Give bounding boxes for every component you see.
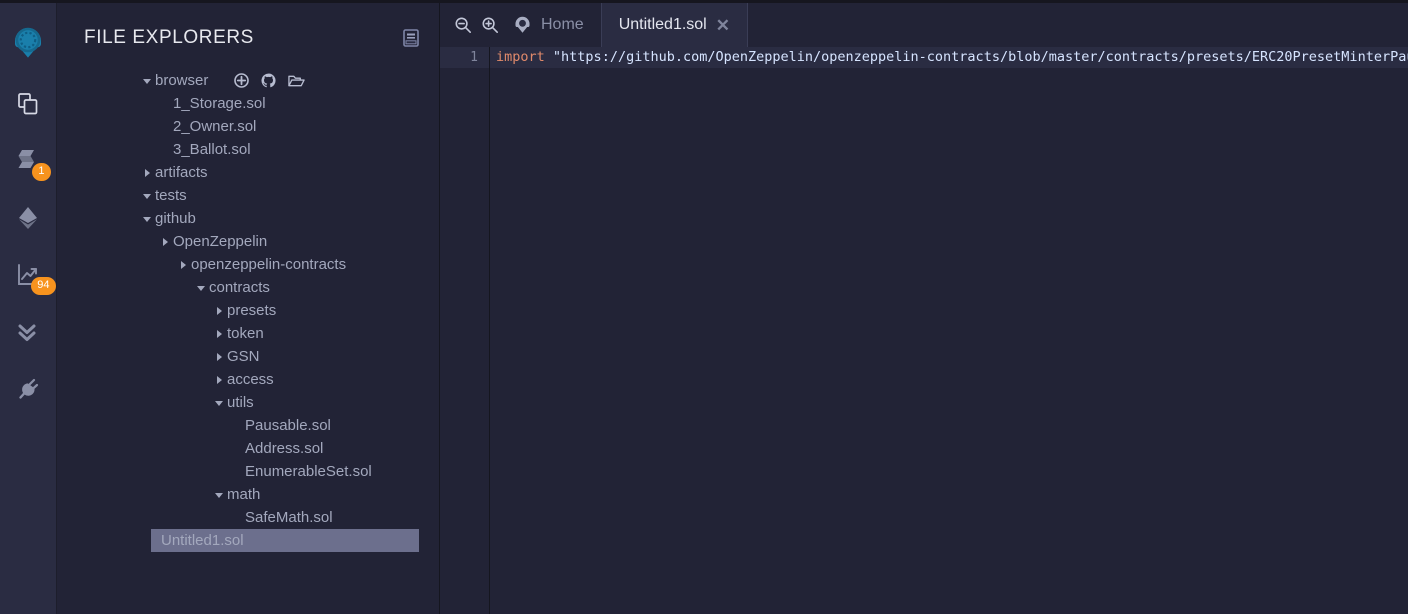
- tree-root-actions: [234, 73, 305, 88]
- tree-file-label: Untitled1.sol: [161, 532, 244, 549]
- tree-file-enumerableset-sol[interactable]: EnumerableSet.sol: [57, 460, 439, 483]
- open-folder-icon[interactable]: [288, 74, 305, 88]
- tree-file-safemath-sol[interactable]: SafeMath.sol: [57, 506, 439, 529]
- tree-folder-label: contracts: [209, 279, 270, 296]
- code-token-string: "https://github.com/OpenZeppelin/openzep…: [553, 47, 1408, 68]
- tab-home-label: Home: [541, 16, 584, 34]
- tree-root-label: browser: [155, 72, 208, 89]
- tree-file-label: 1_Storage.sol: [173, 95, 266, 112]
- tree-folder-label: utils: [227, 394, 254, 411]
- tree-folder-label: openzeppelin-contracts: [191, 256, 346, 273]
- tree-root-browser[interactable]: browser: [57, 69, 439, 92]
- tree-file-label: EnumerableSet.sol: [245, 463, 372, 480]
- tree-file-label: 3_Ballot.sol: [173, 141, 251, 158]
- tree-folder-label: artifacts: [155, 164, 208, 181]
- tab-untitled1-sol[interactable]: Untitled1.sol ✕: [601, 3, 748, 47]
- tree-folder-label: tests: [155, 187, 187, 204]
- chevron-down-icon[interactable]: [214, 398, 224, 408]
- icon-rail: 1 94: [0, 3, 57, 614]
- tree-folder-artifacts[interactable]: artifacts: [57, 161, 439, 184]
- code-token-keyword: import: [496, 47, 545, 68]
- code-area: 1 import "https://github.com/OpenZeppeli…: [440, 47, 1408, 614]
- tree-file-1-storage-sol[interactable]: 1_Storage.sol: [57, 92, 439, 115]
- tree-folder-label: OpenZeppelin: [173, 233, 267, 250]
- tree-folder-gsn[interactable]: GSN: [57, 345, 439, 368]
- remix-logo[interactable]: [0, 13, 57, 75]
- editor-panel: Home Untitled1.sol ✕ 1 import "https://g…: [440, 3, 1408, 614]
- line-number-gutter: 1: [440, 47, 490, 614]
- tree-folder-label: access: [227, 371, 274, 388]
- tree-file-pausable-sol[interactable]: Pausable.sol: [57, 414, 439, 437]
- new-file-icon[interactable]: [234, 73, 249, 88]
- solidity-compiler-badge: 1: [32, 163, 50, 181]
- chevron-right-icon[interactable]: [178, 260, 188, 270]
- sidebar-item-solidity-analyzers[interactable]: 94: [0, 246, 57, 303]
- zoom-in-icon[interactable]: [481, 16, 499, 34]
- file-explorer-panel: FILE EXPLORERS browser: [57, 3, 440, 614]
- code-content[interactable]: import "https://github.com/OpenZeppelin/…: [490, 47, 1408, 614]
- tree-folder-label: presets: [227, 302, 276, 319]
- chevron-right-icon[interactable]: [214, 352, 224, 362]
- remix-home-icon: [513, 16, 532, 35]
- page-title: FILE EXPLORERS: [84, 27, 254, 49]
- code-line[interactable]: import "https://github.com/OpenZeppelin/…: [490, 47, 1408, 68]
- tree-folder-github[interactable]: github: [57, 207, 439, 230]
- tree-file-label: Pausable.sol: [245, 417, 331, 434]
- tree-folder-label: github: [155, 210, 196, 227]
- code-token-space: [545, 47, 553, 68]
- chevron-right-icon[interactable]: [214, 375, 224, 385]
- tree-folder-label: GSN: [227, 348, 260, 365]
- tree-file-label: Address.sol: [245, 440, 323, 457]
- tree-folder-label: token: [227, 325, 264, 342]
- chevron-right-icon[interactable]: [214, 329, 224, 339]
- tree-folder-math[interactable]: math: [57, 483, 439, 506]
- tree-folder-label: math: [227, 486, 260, 503]
- tree-folder-token[interactable]: token: [57, 322, 439, 345]
- sidebar-item-plugin-manager[interactable]: [0, 360, 57, 417]
- sidebar-item-file-explorers[interactable]: [0, 75, 57, 132]
- sidebar-item-testing[interactable]: [0, 303, 57, 360]
- github-icon[interactable]: [261, 73, 276, 88]
- document-list-icon[interactable]: [403, 29, 419, 47]
- tree-folder-openzeppelin[interactable]: OpenZeppelin: [57, 230, 439, 253]
- tree-file-label: 2_Owner.sol: [173, 118, 256, 135]
- tree-folder-contracts[interactable]: contracts: [57, 276, 439, 299]
- tree-folder-utils[interactable]: utils: [57, 391, 439, 414]
- editor-tabbar: Home Untitled1.sol ✕: [440, 3, 1408, 47]
- tree-file-2-owner-sol[interactable]: 2_Owner.sol: [57, 115, 439, 138]
- file-explorer-header: FILE EXPLORERS: [57, 3, 439, 49]
- zoom-out-icon[interactable]: [454, 16, 472, 34]
- editor-zoom-controls: [440, 3, 509, 47]
- solidity-analyzers-badge: 94: [31, 277, 55, 295]
- tab-home[interactable]: Home: [509, 3, 601, 47]
- chevron-down-icon[interactable]: [196, 283, 206, 293]
- tree-file-address-sol[interactable]: Address.sol: [57, 437, 439, 460]
- tree-folder-access[interactable]: access: [57, 368, 439, 391]
- tab-untitled1-sol-label: Untitled1.sol: [619, 16, 707, 34]
- sidebar-item-deploy-run[interactable]: [0, 189, 57, 246]
- sidebar-item-solidity-compiler[interactable]: 1: [0, 132, 57, 189]
- file-tree: browser: [57, 69, 439, 552]
- chevron-right-icon[interactable]: [160, 237, 170, 247]
- close-icon[interactable]: ✕: [716, 17, 730, 34]
- chevron-right-icon[interactable]: [142, 168, 152, 178]
- tree-folder-tests[interactable]: tests: [57, 184, 439, 207]
- chevron-down-icon[interactable]: [142, 191, 152, 201]
- chevron-right-icon[interactable]: [214, 306, 224, 316]
- remix-ide-window: 1 94: [0, 0, 1408, 614]
- line-number: 1: [440, 47, 489, 68]
- tree-file-label: SafeMath.sol: [245, 509, 333, 526]
- tree-folder-presets[interactable]: presets: [57, 299, 439, 322]
- chevron-down-icon[interactable]: [214, 490, 224, 500]
- chevron-down-icon[interactable]: [142, 76, 152, 86]
- tree-file-3-ballot-sol[interactable]: 3_Ballot.sol: [57, 138, 439, 161]
- tree-file-untitled1-sol[interactable]: Untitled1.sol: [151, 529, 419, 552]
- tree-folder-openzeppelin-contracts[interactable]: openzeppelin-contracts: [57, 253, 439, 276]
- chevron-down-icon[interactable]: [142, 214, 152, 224]
